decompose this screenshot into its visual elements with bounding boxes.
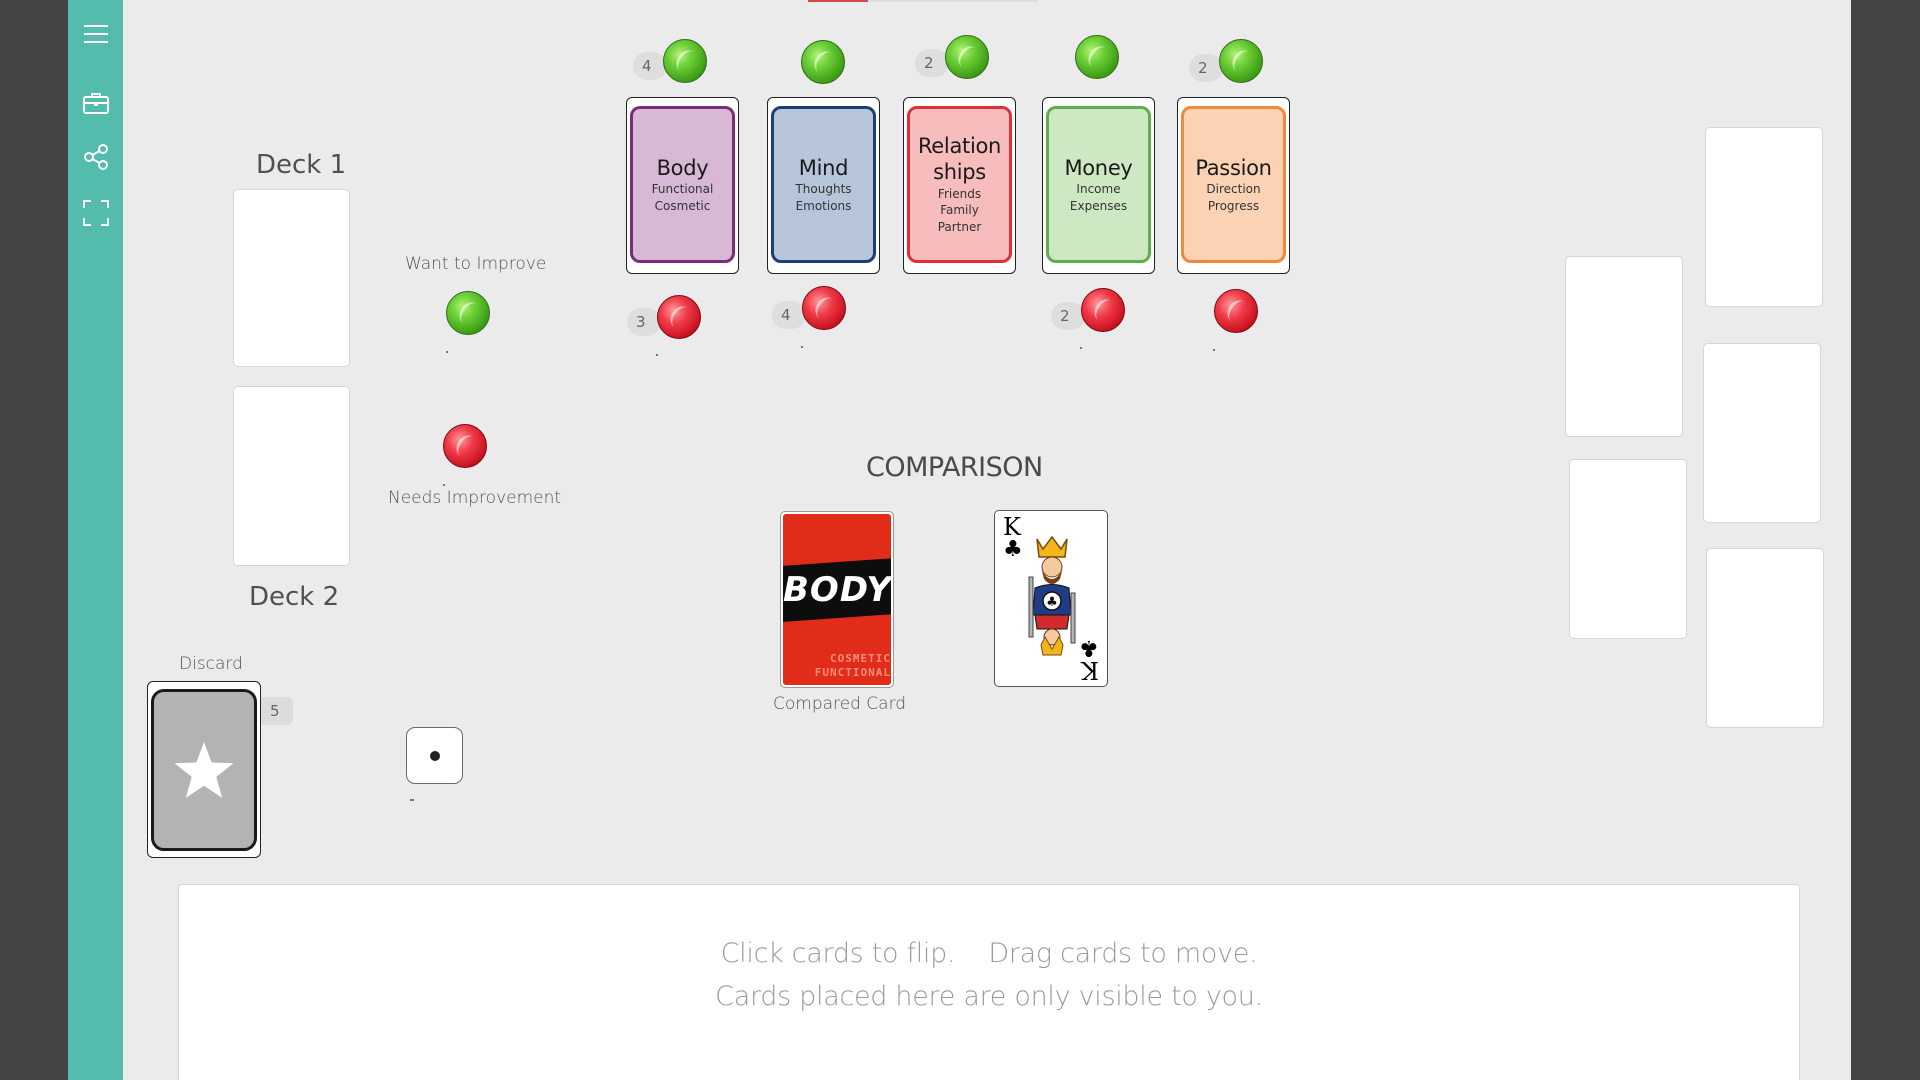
- category-subtitle: Partner: [937, 220, 982, 235]
- menu-icon[interactable]: [81, 19, 111, 49]
- green-count-badge: 4: [633, 52, 667, 80]
- body-category-card[interactable]: BODY COSMETIC FUNCTIONAL: [780, 511, 894, 688]
- token-mark: [656, 354, 658, 356]
- die[interactable]: [406, 727, 463, 784]
- deck-2-label: Deck 2: [249, 582, 340, 612]
- deck-1-slot[interactable]: [233, 189, 350, 367]
- green-count-badge: 2: [915, 49, 949, 77]
- discard-label: Discard: [179, 654, 243, 674]
- category-subtitle: Income: [1076, 181, 1121, 196]
- category-card-relationships[interactable]: Relation ships Friends Family Partner: [903, 97, 1016, 274]
- green-token-body[interactable]: [663, 39, 707, 83]
- category-title: ships: [933, 160, 986, 185]
- share-icon[interactable]: [81, 142, 111, 172]
- briefcase-icon[interactable]: [81, 88, 111, 118]
- game-table: Deck 1 Deck 2 Want to Improve Needs Impr…: [123, 0, 1851, 1080]
- card-rank: K: [1081, 656, 1099, 684]
- player-slot-2[interactable]: [1565, 256, 1683, 437]
- red-token-money[interactable]: [1081, 288, 1125, 332]
- card-line: COSMETIC: [830, 652, 891, 665]
- green-token-mind[interactable]: [801, 40, 845, 84]
- green-count-badge: 2: [1189, 54, 1223, 82]
- deck-2-slot[interactable]: [233, 386, 350, 566]
- token-mark: [1213, 349, 1215, 351]
- category-subtitle: Thoughts: [795, 181, 852, 196]
- player-slot-1[interactable]: [1705, 127, 1823, 307]
- category-title: Body: [656, 155, 709, 180]
- category-card-money[interactable]: Money Income Expenses: [1042, 97, 1155, 274]
- svg-text:♣: ♣: [1046, 595, 1058, 610]
- token-mark: [801, 346, 803, 348]
- category-subtitle: Friends: [937, 186, 982, 201]
- want-to-improve-label: Want to Improve: [405, 254, 547, 274]
- category-card-body[interactable]: Body Functional Cosmetic: [626, 97, 739, 274]
- die-mark: [410, 799, 414, 801]
- category-subtitle: Functional: [651, 181, 714, 196]
- green-token-money[interactable]: [1075, 35, 1119, 79]
- needs-improvement-label: Needs Improvement: [388, 488, 562, 508]
- discard-count-badge: 5: [261, 697, 293, 725]
- category-subtitle: Direction: [1206, 181, 1261, 196]
- sidebar: [68, 0, 123, 1080]
- red-token-mind[interactable]: [802, 286, 846, 330]
- token-mark: [443, 484, 445, 486]
- red-count-badge: 3: [627, 308, 661, 336]
- red-token-body[interactable]: [657, 295, 701, 339]
- category-subtitle: Progress: [1207, 198, 1260, 213]
- player-slot-3[interactable]: [1703, 343, 1821, 523]
- hand-hint-line-1: Click cards to flip. Drag cards to move.: [720, 938, 1258, 969]
- category-title: Money: [1064, 155, 1133, 180]
- green-token-relationships[interactable]: [945, 35, 989, 79]
- category-card-passion[interactable]: Passion Direction Progress: [1177, 97, 1290, 274]
- red-count-badge: 4: [772, 301, 806, 329]
- card-line: FUNCTIONAL: [814, 666, 891, 679]
- hand-hint-line-2: Cards placed here are only visible to yo…: [715, 981, 1263, 1012]
- private-hand-area[interactable]: Click cards to flip. Drag cards to move.…: [178, 884, 1800, 1080]
- category-subtitle: Family: [940, 203, 979, 218]
- deck-1-label: Deck 1: [256, 150, 347, 180]
- compared-card-label: Compared Card: [773, 694, 907, 714]
- token-mark: [1080, 347, 1082, 349]
- player-slot-5[interactable]: [1706, 548, 1824, 728]
- discard-pile[interactable]: [147, 681, 261, 858]
- category-title: Relation: [917, 134, 1002, 159]
- player-slot-4[interactable]: [1569, 459, 1687, 639]
- token-mark: [446, 351, 448, 353]
- top-indicator: [808, 0, 1038, 2]
- star-icon: [174, 742, 234, 798]
- want-improve-token[interactable]: [446, 291, 490, 335]
- comparison-title: COMPARISON: [866, 452, 1043, 483]
- green-token-passion[interactable]: [1219, 39, 1263, 83]
- category-subtitle: Cosmetic: [654, 198, 711, 213]
- category-title: Mind: [798, 155, 849, 180]
- needs-improvement-token[interactable]: [443, 424, 487, 468]
- category-subtitle: Emotions: [795, 198, 852, 213]
- category-card-mind[interactable]: Mind Thoughts Emotions: [767, 97, 880, 274]
- category-subtitle: Expenses: [1069, 198, 1128, 213]
- fullscreen-icon[interactable]: [81, 198, 111, 228]
- category-title: Passion: [1195, 155, 1272, 180]
- king-of-clubs-card[interactable]: K ♣ ♣ ♣ K: [994, 510, 1108, 687]
- red-token-passion[interactable]: [1214, 289, 1258, 333]
- king-figure-icon: ♣: [1028, 535, 1076, 656]
- card-word: BODY: [783, 570, 891, 610]
- red-count-badge: 2: [1051, 302, 1085, 330]
